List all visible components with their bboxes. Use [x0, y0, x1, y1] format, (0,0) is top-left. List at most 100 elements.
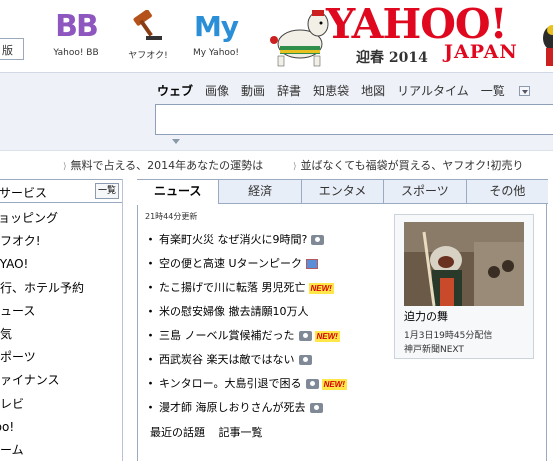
- list-item[interactable]: ・ 西武炭谷 楽天は敵ではない: [145, 348, 347, 372]
- search-tab-map[interactable]: 地図: [361, 82, 385, 99]
- camera-icon: [305, 379, 319, 389]
- camera-icon: [309, 403, 323, 413]
- top-header: 版 BB Yahoo! BB ヤフオク! My My Yahoo! YAHOO!…: [0, 0, 553, 72]
- bullet: ・: [145, 377, 156, 390]
- promo-link-fukubukuro[interactable]: ⟩ 並ばなくても福袋が買える、ヤフオク!初売り: [293, 157, 524, 173]
- camera-icon: [298, 355, 312, 365]
- yahoo-japan-logo[interactable]: YAHOO! 迎春 2014 JAPAN: [260, 0, 553, 72]
- camera-icon: [311, 235, 325, 245]
- sidebar-title: 主なサービス: [0, 186, 48, 200]
- chevron-right-icon: ⟩: [293, 162, 297, 172]
- services-sidebar: 主なサービス 一覧 ショッピング ヤフオク! GYAO! 旅行、ホテル予約 ニュ…: [0, 179, 123, 461]
- sidebar-header: 主なサービス 一覧: [0, 179, 122, 203]
- search-tabs: ウェブ 画像 動画 辞書 知恵袋 地図 リアルタイム 一覧: [157, 82, 553, 99]
- list-item[interactable]: ・ 有楽町火災 なぜ消火に9時間?: [145, 228, 347, 252]
- new-badge: NEW!: [321, 378, 347, 390]
- yahuoku-label: ヤフオク!: [128, 51, 168, 61]
- bullet: ・: [145, 281, 156, 294]
- search-tab-realtime[interactable]: リアルタイム: [397, 82, 469, 99]
- search-area: ウェブ 画像 動画 辞書 知恵袋 地図 リアルタイム 一覧: [0, 72, 553, 150]
- news-photo[interactable]: [404, 222, 524, 306]
- search-tab-list-label: 一覧: [480, 84, 505, 98]
- gavel-icon: [133, 10, 162, 40]
- bullet: ・: [145, 353, 156, 366]
- headline-text[interactable]: 三島 ノーベル賞候補だった: [159, 327, 295, 345]
- yahoo-bb-link[interactable]: BB Yahoo! BB: [41, 8, 111, 59]
- list-item[interactable]: ・ 漫才師 海原しおりさんが死去: [145, 396, 347, 420]
- bullet: ・: [145, 401, 156, 414]
- promo-link-fortune[interactable]: ⟩ 無料で占える、2014年あなたの運勢は: [63, 157, 263, 173]
- photo-card[interactable]: 迫力の舞 1月3日19時45分配信 神戸新聞NEXT: [394, 214, 534, 359]
- sidebar-item-tv[interactable]: テレビ: [0, 393, 122, 416]
- sidebar-item-yahoo[interactable]: Yahoo!: [0, 416, 122, 439]
- headline-text[interactable]: 漫才師 海原しおりさんが死去: [159, 399, 306, 417]
- tab-other[interactable]: その他: [465, 180, 548, 203]
- updated-time: 21時44分更新: [145, 212, 198, 221]
- new-badge: NEW!: [314, 330, 340, 342]
- sidebar-item-auction[interactable]: ヤフオク!: [0, 230, 122, 253]
- search-tab-images[interactable]: 画像: [205, 82, 229, 99]
- my-yahoo-label: My Yahoo!: [192, 48, 240, 58]
- headline-list: ・ 有楽町火災 なぜ消火に9時間? ・ 空の便と高速 Uターンピーク ・ たこ揚…: [145, 228, 347, 420]
- tv-icon: [306, 259, 318, 269]
- search-input[interactable]: [155, 104, 553, 135]
- dropdown-arrow-icon[interactable]: [518, 86, 530, 96]
- search-tab-video[interactable]: 動画: [241, 82, 265, 99]
- headline-text[interactable]: 有楽町火災 なぜ消火に9時間?: [159, 231, 307, 249]
- bullet: ・: [145, 233, 156, 246]
- tab-economy[interactable]: 経済: [218, 180, 300, 203]
- photo-title[interactable]: 迫力の舞: [404, 308, 448, 324]
- list-item[interactable]: ・ たこ揚げで川に転落 男児死亡 NEW!: [145, 276, 347, 300]
- camera-icon: [298, 331, 312, 341]
- promo-fortune-text: 無料で占える、2014年あなたの運勢は: [70, 159, 264, 172]
- yahoo-bb-label: Yahoo! BB: [53, 48, 99, 58]
- list-item[interactable]: ・ 三島 ノーベル賞候補だった NEW!: [145, 324, 347, 348]
- search-tab-dictionary[interactable]: 辞書: [277, 82, 301, 99]
- bb-logo-icon: BB: [55, 9, 99, 44]
- promo-fukubukuro-text: 並ばなくても福袋が買える、ヤフオク!初売り: [300, 159, 524, 172]
- sidebar-item-finance[interactable]: ファイナンス: [0, 369, 122, 392]
- article-list-link[interactable]: 記事一覧: [219, 426, 263, 439]
- headline-text[interactable]: キンタロー。大島引退で困る: [159, 375, 302, 393]
- sidebar-item-gyao[interactable]: GYAO!: [0, 253, 122, 276]
- bullet: ・: [145, 305, 156, 318]
- news-tabs: ニュース 経済 エンタメ スポーツ その他: [137, 179, 548, 205]
- edition-box[interactable]: 版: [0, 38, 24, 60]
- sidebar-item-travel[interactable]: 旅行、ホテル予約: [0, 277, 122, 300]
- sidebar-item-shopping[interactable]: ショッピング: [0, 207, 122, 230]
- kagamimochi-icon: [543, 25, 553, 66]
- headline-text[interactable]: 西武炭谷 楽天は敵ではない: [159, 351, 295, 369]
- list-item[interactable]: ・ 米の慰安婦像 撤去請願10万人: [145, 300, 347, 324]
- sidebar-item-sports[interactable]: スポーツ: [0, 346, 122, 369]
- tab-sports[interactable]: スポーツ: [383, 180, 465, 203]
- tab-news[interactable]: ニュース: [137, 180, 219, 205]
- photo-source: 神戸新聞NEXT: [404, 345, 464, 355]
- search-assist-arrow-icon[interactable]: [172, 139, 180, 144]
- list-item[interactable]: ・ 空の便と高速 Uターンピーク: [145, 252, 347, 276]
- yahoo-wordmark: YAHOO!: [326, 0, 508, 48]
- yahoo-japan-page: 版 BB Yahoo! BB ヤフオク! My My Yahoo! YAHOO!…: [0, 0, 553, 461]
- new-badge: NEW!: [308, 282, 334, 294]
- yahuoku-link[interactable]: ヤフオク!: [113, 8, 183, 61]
- lion-dance-photo-icon: [404, 222, 524, 306]
- sidebar-item-news[interactable]: ニュース: [0, 300, 122, 323]
- tab-entertainment[interactable]: エンタメ: [300, 180, 383, 203]
- search-tab-web[interactable]: ウェブ: [157, 82, 193, 99]
- my-yahoo-link[interactable]: My My Yahoo!: [181, 8, 251, 59]
- sidebar-item-weather[interactable]: 天気: [0, 323, 122, 346]
- photo-time: 1月3日19時45分配信: [404, 331, 493, 341]
- headline-text[interactable]: たこ揚げで川に転落 男児死亡: [159, 279, 306, 297]
- search-tab-chiebukuro[interactable]: 知恵袋: [313, 82, 349, 99]
- sidebar-item-game[interactable]: ゲーム: [0, 439, 122, 461]
- headline-text[interactable]: 米の慰安婦像 撤去請願10万人: [159, 303, 309, 321]
- services-list: ショッピング ヤフオク! GYAO! 旅行、ホテル予約 ニュース 天気 スポーツ…: [0, 207, 122, 461]
- bullet: ・: [145, 329, 156, 342]
- promo-row: ⟩ 無料で占える、2014年あなたの運勢は ⟩ 並ばなくても福袋が買える、ヤフオク!…: [0, 150, 553, 176]
- list-item[interactable]: ・ キンタロー。大島引退で困る NEW!: [145, 372, 347, 396]
- news-footer: 最近の話題 記事一覧: [150, 424, 273, 440]
- list-all-button[interactable]: 一覧: [95, 183, 119, 199]
- my-logo-icon: My: [193, 10, 239, 43]
- search-tab-list[interactable]: 一覧: [481, 82, 542, 99]
- recent-topics-link[interactable]: 最近の話題: [150, 426, 205, 439]
- headline-text[interactable]: 空の便と高速 Uターンピーク: [159, 255, 302, 273]
